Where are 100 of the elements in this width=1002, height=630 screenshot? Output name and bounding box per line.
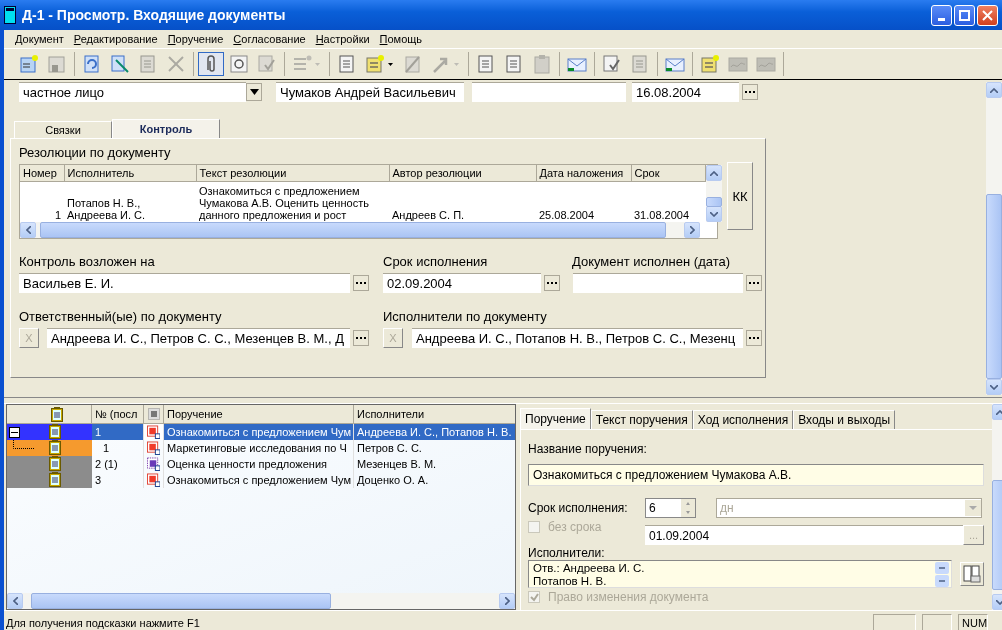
collapse-icon[interactable] xyxy=(9,426,20,438)
scrollbar-thumb[interactable] xyxy=(705,197,722,207)
tab[interactable]: Текст поручения xyxy=(590,410,693,429)
table-cell: 2 (1) xyxy=(92,456,144,472)
browse-button[interactable] xyxy=(746,275,762,291)
checkmark-document-icon xyxy=(601,53,623,75)
column-header[interactable]: Номер xyxy=(20,165,64,182)
tab[interactable]: Входы и выходы xyxy=(793,410,896,429)
browse-button[interactable] xyxy=(746,330,762,346)
kk-button[interactable]: КК xyxy=(727,162,753,230)
field-label: Название поручения: xyxy=(528,442,648,456)
table-cell: Маркетинговые исследования по Ч xyxy=(164,440,354,456)
clipboard-icon xyxy=(49,472,61,487)
dropdown-arrow-icon xyxy=(249,89,259,95)
new-document-icon xyxy=(18,53,40,75)
browse-button[interactable] xyxy=(353,275,369,291)
ellipsis-icon xyxy=(547,281,557,285)
tab[interactable]: Ход исполнения xyxy=(692,410,794,429)
minimize-button[interactable] xyxy=(931,4,952,26)
spin-field[interactable]: 6 xyxy=(645,498,696,518)
date-field[interactable]: 02.09.2004 xyxy=(383,273,541,293)
column-header[interactable]: Текст резолюции xyxy=(196,165,389,182)
spin-down-icon[interactable] xyxy=(681,508,695,517)
table-cell: Ознакомиться с предложением Чум xyxy=(164,424,354,440)
horizontal-scrollbar[interactable] xyxy=(7,593,515,609)
table-cell: Ознакомиться с предложением Чумакова А.В. Оценить ценность данного предложения и рост xyxy=(196,181,389,222)
scroll-up-icon[interactable] xyxy=(935,562,949,574)
spin-up-icon[interactable] xyxy=(681,499,695,508)
date-field[interactable]: 01.09.2004 xyxy=(645,525,963,545)
column-header[interactable]: Поручение xyxy=(164,405,354,423)
vertical-scrollbar[interactable] xyxy=(705,165,722,222)
date-field[interactable] xyxy=(573,273,743,293)
menu-item[interactable]: Настройки xyxy=(310,33,375,45)
tab[interactable]: Контроль xyxy=(112,119,220,138)
column-header[interactable]: Дата наложения xyxy=(536,165,631,182)
ellipsis-icon xyxy=(749,281,759,285)
row-indicator[interactable] xyxy=(7,472,92,488)
column-header[interactable]: Срок xyxy=(631,165,705,182)
row-indicator[interactable] xyxy=(7,440,92,456)
menu-item[interactable]: Редактирование xyxy=(68,33,163,45)
ellipsis-icon xyxy=(749,336,759,340)
close-button[interactable] xyxy=(977,4,998,26)
maximize-button[interactable] xyxy=(954,4,975,26)
column-header[interactable]: № (посл xyxy=(92,405,144,423)
browse-button[interactable] xyxy=(742,84,758,100)
menu-item[interactable]: Документ xyxy=(10,33,69,45)
ellipsis-icon xyxy=(745,90,755,94)
browse-button[interactable] xyxy=(353,330,369,346)
book-envelope-icon xyxy=(963,565,981,583)
checkbox-label: Право изменения документа xyxy=(548,590,709,604)
ellipsis-icon xyxy=(356,336,366,340)
wand-icon xyxy=(109,53,131,75)
table-cell: Оценка ценности предложения xyxy=(164,456,354,472)
table-cell: 3 xyxy=(92,472,144,488)
section-title: Резолюции по документу xyxy=(19,145,172,160)
clipboard-icon xyxy=(49,456,61,471)
tab[interactable]: Поручение xyxy=(520,408,591,429)
column-header[interactable]: Исполнитель xyxy=(64,165,196,182)
scroll-down-icon[interactable] xyxy=(935,575,949,587)
input-field[interactable]: Андреева И. С., Потапов Н. В., Петров С. С., Мезенц xyxy=(412,328,743,348)
menu-item[interactable]: Помощь xyxy=(374,33,428,45)
field-label: Срок исполнения xyxy=(383,254,489,269)
dropdown-arrow-icon xyxy=(314,62,320,66)
field-label: Срок исполнения: xyxy=(528,501,629,515)
field-label: Контроль возложен на xyxy=(19,254,156,269)
checkmark-icon xyxy=(529,592,539,602)
input-field[interactable]: Ознакомиться с предложением Чумакова А.В. xyxy=(528,464,984,486)
ellipsis-icon xyxy=(356,281,366,285)
executors-list[interactable]: Отв.: Андреева И. С. Потапов Н. В. xyxy=(528,560,952,588)
document-star-icon xyxy=(699,53,721,75)
input-field[interactable]: Васильев Е. И. xyxy=(19,273,350,293)
row-indicator[interactable] xyxy=(7,456,92,472)
column-header[interactable]: Автор резолюции xyxy=(389,165,536,182)
table-cell: Ознакомиться с предложением Чум xyxy=(164,472,354,488)
maximize-icon xyxy=(959,9,970,21)
field-label: Исполнители: xyxy=(528,546,606,560)
dropdown-arrow-icon xyxy=(387,62,393,66)
table-cell-text: Петров С. С. xyxy=(356,441,423,456)
address-book-button[interactable] xyxy=(960,562,984,586)
row-indicator[interactable] xyxy=(7,424,92,440)
browse-button[interactable] xyxy=(544,275,560,291)
tab[interactable]: Связки xyxy=(14,121,112,138)
clipboard-icon xyxy=(51,406,63,422)
menu-item[interactable]: Поручение xyxy=(162,33,229,45)
scrollbar-thumb[interactable] xyxy=(986,194,1002,379)
input-field[interactable]: Чумаков Андрей Васильевич xyxy=(276,82,464,102)
scrollbar-thumb[interactable] xyxy=(31,593,331,609)
document-star-icon xyxy=(364,53,386,75)
status-text: Для получения подсказки нажмите F1 xyxy=(6,617,201,629)
column-header[interactable]: Исполнители xyxy=(354,405,515,423)
list-item: Отв.: Андреева И. С. xyxy=(533,562,646,575)
date-field[interactable]: 16.08.2004 xyxy=(632,82,739,102)
clipboard-icon xyxy=(531,53,553,75)
toolbar-button[interactable] xyxy=(198,52,224,76)
vertical-scrollbar[interactable] xyxy=(986,82,1002,395)
input-field[interactable]: Андреева И. С., Петров С. С., Мезенцев В. М., Д xyxy=(47,328,350,348)
spin-value: 6 xyxy=(648,501,657,515)
menu-item[interactable]: Согласование xyxy=(228,33,311,45)
splitter[interactable] xyxy=(4,397,1002,404)
input-field[interactable] xyxy=(472,82,626,102)
